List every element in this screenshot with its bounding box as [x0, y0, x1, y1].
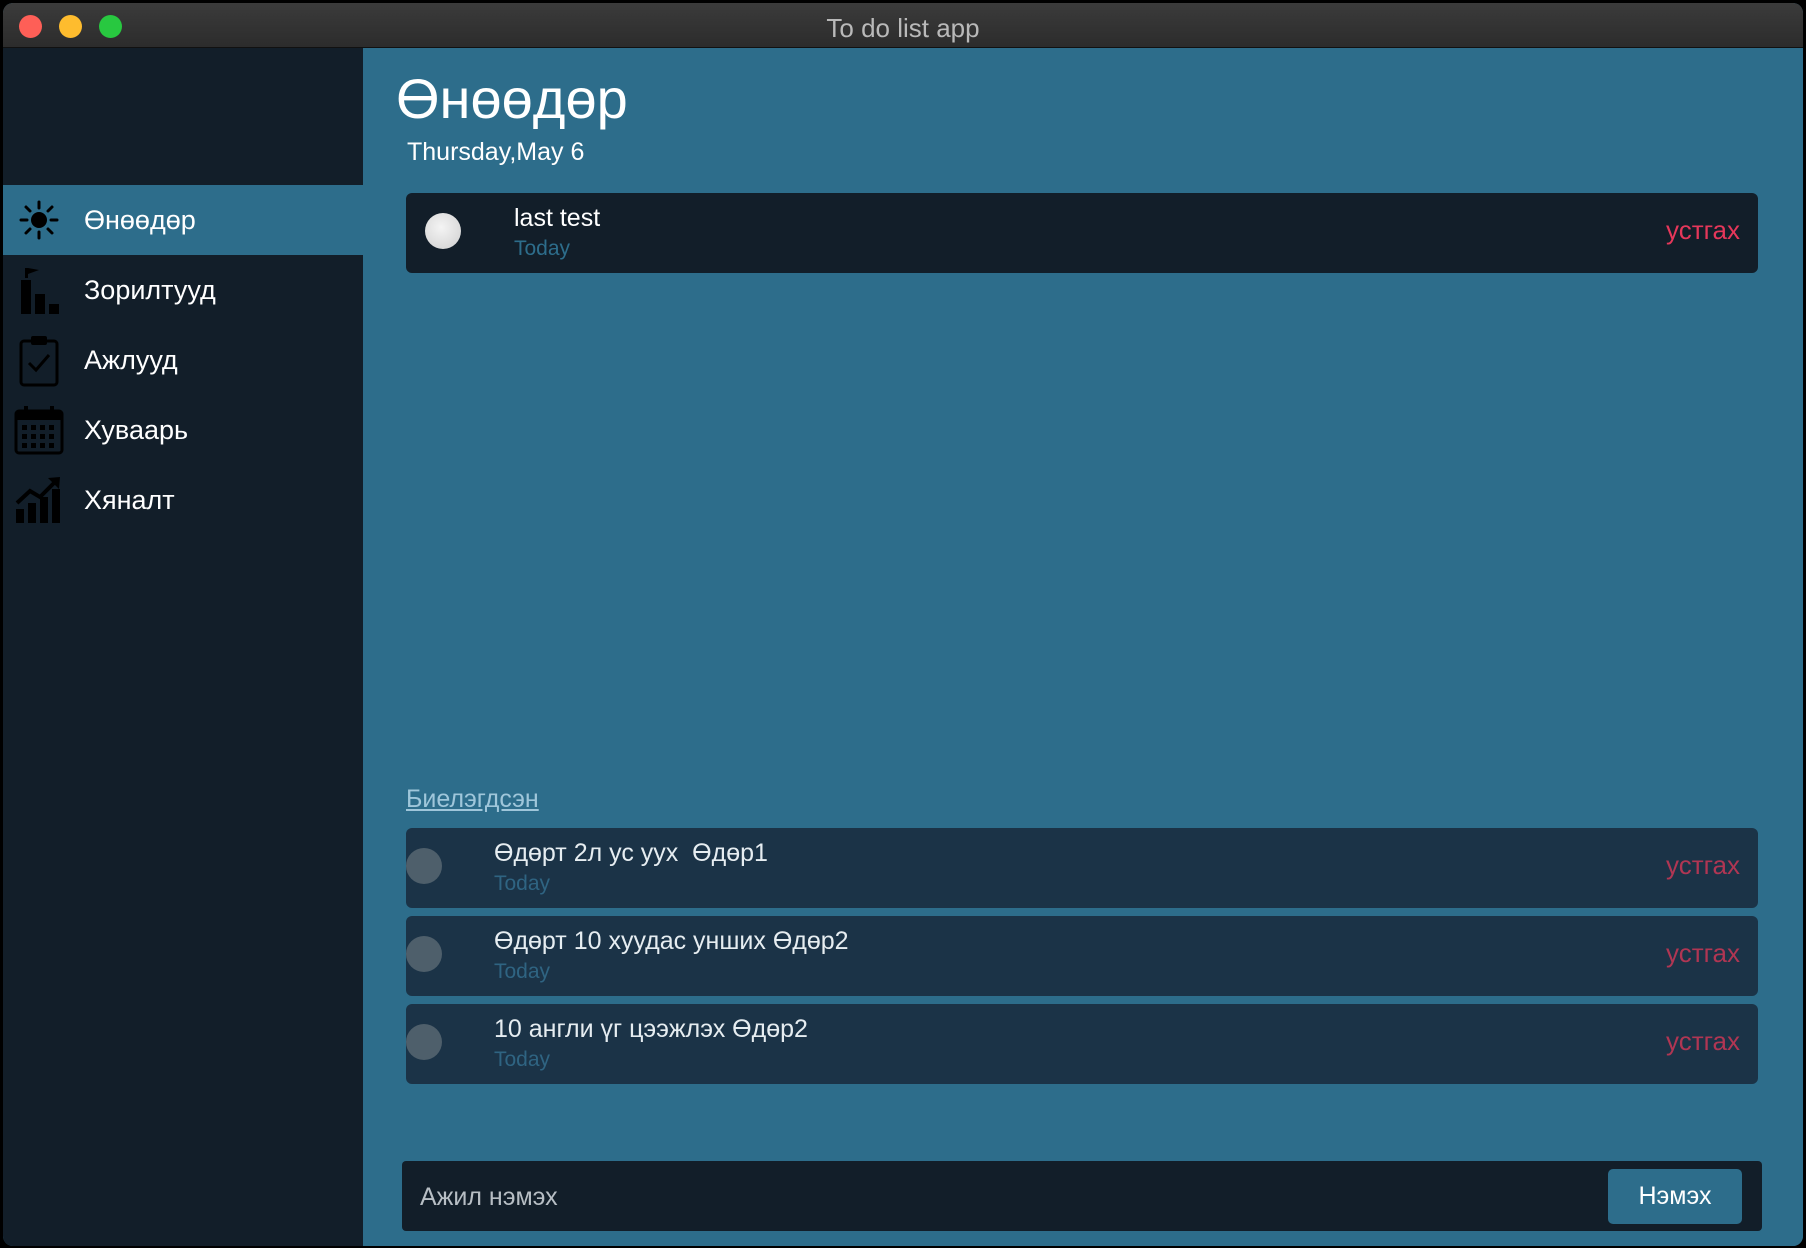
- growth-chart-icon: [13, 474, 65, 526]
- sidebar: Өнөөдөр Зорилтууд Ажлууд Хуваарь Хяналт: [3, 48, 363, 1246]
- task-title: Өдөрт 10 хуудас унших Өдөр2: [494, 927, 849, 955]
- title-bar: To do list app: [3, 3, 1803, 48]
- delete-task-button[interactable]: устгах: [1666, 1026, 1740, 1057]
- task-title: Өдөрт 2л ус уух Өдөр1: [494, 839, 768, 867]
- app-window: To do list app Өнөөдөр Зорилтууд Ажлууд …: [3, 3, 1803, 1246]
- add-task-input[interactable]: [402, 1161, 1452, 1233]
- task-card: last test Today устгах: [406, 193, 1758, 273]
- completed-task-card: Өдөрт 10 хуудас унших Өдөр2 Today устгах: [406, 916, 1758, 996]
- page-title: Өнөөдөр: [396, 67, 628, 130]
- task-due-date: Today: [494, 872, 551, 895]
- completed-section-toggle[interactable]: Биелэгдсэн: [406, 785, 539, 814]
- window-title: To do list app: [826, 13, 980, 43]
- task-complete-checkbox[interactable]: [425, 213, 461, 249]
- task-uncomplete-checkbox[interactable]: [406, 848, 442, 884]
- sidebar-item-label: Хяналт: [84, 484, 175, 515]
- sidebar-item-label: Хуваарь: [84, 414, 189, 445]
- delete-task-button[interactable]: устгах: [1666, 938, 1740, 969]
- sidebar-item-tasks[interactable]: Ажлууд: [3, 325, 363, 395]
- sidebar-item-label: Өнөөдөр: [84, 204, 196, 235]
- completed-task-card: 10 англи үг цээжлэх Өдөр2 Today устгах: [406, 1004, 1758, 1084]
- task-due-date: Today: [514, 237, 571, 260]
- main-panel: Өнөөдөр Thursday,May 6 last test Today у…: [363, 48, 1803, 1246]
- sidebar-item-schedule[interactable]: Хуваарь: [3, 395, 363, 465]
- completed-task-card: Өдөрт 2л ус уух Өдөр1 Today устгах: [406, 828, 1758, 908]
- sidebar-item-label: Зорилтууд: [84, 274, 216, 305]
- task-title: last test: [514, 204, 601, 232]
- sidebar-item-label: Ажлууд: [84, 344, 178, 375]
- add-task-button[interactable]: Нэмэх: [1608, 1169, 1742, 1224]
- sidebar-item-today[interactable]: Өнөөдөр: [3, 185, 363, 255]
- sun-icon: [13, 194, 65, 246]
- sidebar-item-goals[interactable]: Зорилтууд: [3, 255, 363, 325]
- delete-task-button[interactable]: устгах: [1666, 215, 1740, 246]
- goals-flag-icon: [13, 264, 65, 316]
- task-due-date: Today: [494, 1048, 551, 1071]
- add-task-bar: Нэмэх: [402, 1161, 1762, 1233]
- task-uncomplete-checkbox[interactable]: [406, 1024, 442, 1060]
- task-title: 10 англи үг цээжлэх Өдөр2: [494, 1015, 808, 1043]
- sidebar-item-progress[interactable]: Хяналт: [3, 465, 363, 535]
- calendar-icon: [13, 404, 65, 456]
- clipboard-check-icon: [13, 334, 65, 387]
- task-uncomplete-checkbox[interactable]: [406, 936, 442, 972]
- page-date: Thursday,May 6: [407, 138, 585, 166]
- task-due-date: Today: [494, 960, 551, 983]
- delete-task-button[interactable]: устгах: [1666, 850, 1740, 881]
